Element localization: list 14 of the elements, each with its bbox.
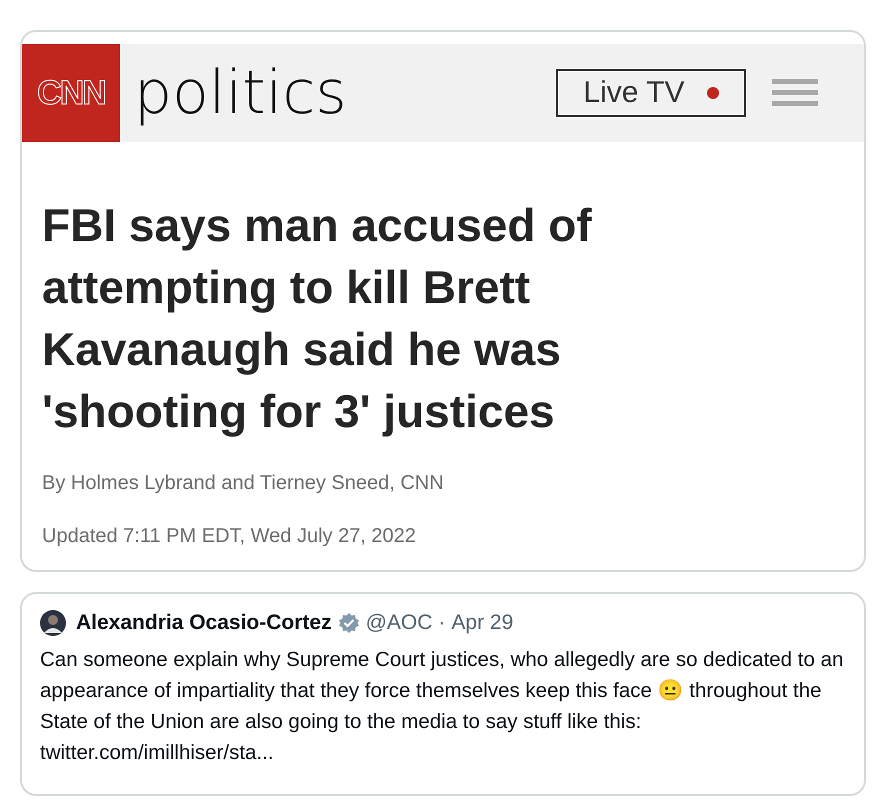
tweet-text: Can someone explain why Supreme Court justices, who allegedly are so dedicated to an appearance of impartiality that they force themselves keep this face 😐 throughout the State of the Union are also going to the media to say stuff like this: twitter.com/imillhiser/sta...: [40, 647, 844, 766]
author-handle[interactable]: @AOC: [366, 611, 432, 635]
author-name[interactable]: Alexandria Ocasio-Cortez: [76, 611, 332, 635]
avatar-icon: [40, 610, 66, 636]
quote-tweet-card[interactable]: [20, 592, 866, 796]
separator: ·: [438, 611, 446, 635]
timestamp: Updated 7:11 PM EDT, Wed July 27, 2022: [42, 525, 417, 548]
byline: By Holmes Lybrand and Tierney Sneed, CNN: [42, 472, 445, 495]
live-tv-button[interactable]: Live TV: [556, 69, 746, 117]
section-title: politics: [134, 58, 347, 128]
logo[interactable]: CNN: [22, 44, 120, 142]
headline: FBI says man accused of attempting to kill Brett Kavanaugh said he was 'shooting for 3' justices: [42, 198, 593, 439]
post-date: Apr 29: [451, 611, 514, 635]
article-card[interactable]: CNN politics Live TV FBI says man accused of attempting to kill Brett Kavanaugh said he was 'shooting for 3' justices By Holmes Lybrand and Tierney Sneed, CNN Updated 7:11 PM EDT, Wed July 27, 2022: [20, 30, 866, 572]
